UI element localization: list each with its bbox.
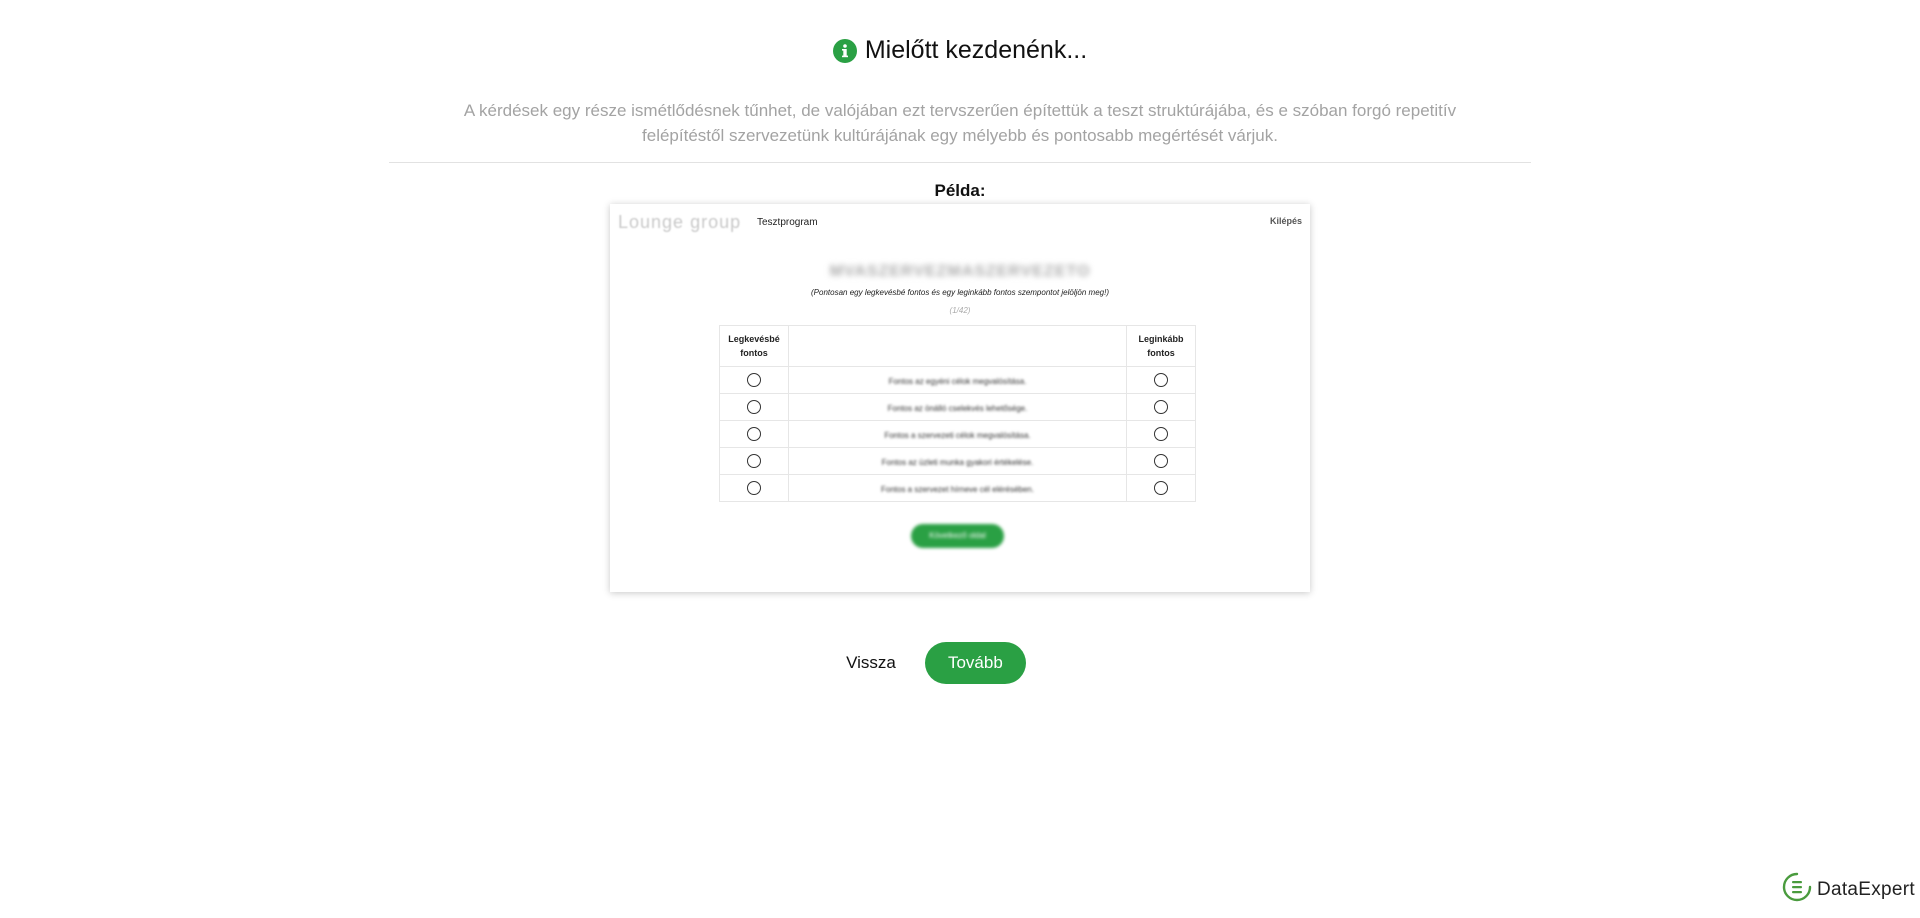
dataexpert-logo-icon	[1781, 871, 1813, 908]
column-header-most: Leginkább fontos	[1126, 325, 1196, 367]
brand-name: DataExpert	[1816, 878, 1915, 900]
column-header-statement	[788, 325, 1127, 367]
statement-text: Fontos a szervezeti célok megvalósítása.	[884, 431, 1031, 440]
preview-logo: Lounge group	[618, 212, 742, 232]
preview-instruction: (Pontosan egy legkevésbé fontos és egy l…	[811, 288, 1109, 297]
statement-text: Fontos az önálló cselekvés lehetősége.	[887, 404, 1028, 413]
radio-least	[747, 426, 761, 441]
radio-least	[747, 453, 761, 468]
table-row: Fontos az üzleti munka gyakori értékelés…	[719, 447, 1196, 475]
column-header-least: Legkevésbé fontos	[719, 325, 789, 367]
navigation-bar: Vissza Tovább	[0, 642, 1920, 684]
preview-next-button: Következő oldal	[911, 524, 1004, 548]
preview-heading: MVASZERVEZMASZERVEZETO	[829, 263, 1091, 280]
preview-counter: (1/42)	[949, 306, 971, 315]
intro-description: A kérdések egy része ismétlődésnek tűnhe…	[463, 101, 1457, 145]
divider	[389, 162, 1531, 163]
radio-most	[1154, 453, 1168, 468]
preview-program-label: Tesztprogram	[757, 217, 818, 228]
table-row: Fontos az önálló cselekvés lehetősége.	[719, 393, 1196, 421]
radio-most	[1154, 372, 1168, 387]
example-label: Példa:	[934, 181, 986, 200]
table-row: Fontos a szervezeti célok megvalósítása.	[719, 420, 1196, 448]
radio-least	[747, 372, 761, 387]
page-title: Mielőtt kezdenénk...	[864, 36, 1088, 64]
preview-exit-link: Kilépés	[1269, 216, 1302, 226]
info-icon	[832, 38, 857, 63]
radio-least	[747, 480, 761, 495]
radio-most	[1154, 399, 1168, 414]
table-row: Fontos az egyéni célok megvalósítása.	[719, 366, 1196, 394]
statement-text: Fontos az üzleti munka gyakori értékelés…	[881, 458, 1034, 467]
back-button[interactable]: Vissza	[846, 643, 896, 683]
radio-most	[1154, 426, 1168, 441]
dataexpert-brand: DataExpert	[1781, 871, 1915, 908]
table-row: Fontos a szervezet hírneve cél elérésébe…	[719, 474, 1196, 502]
radio-most	[1154, 480, 1168, 495]
example-preview-image: Lounge group Tesztprogram Kilépés MVASZE…	[610, 204, 1310, 592]
statement-text: Fontos a szervezet hírneve cél elérésébe…	[881, 485, 1034, 494]
page-header: Mielőtt kezdenénk...	[0, 36, 1920, 65]
next-button[interactable]: Tovább	[924, 642, 1026, 684]
statement-text: Fontos az egyéni célok megvalósítása.	[888, 377, 1027, 386]
radio-least	[747, 399, 761, 414]
preview-question-table: Legkevésbé fontos Leginkább fontos Fonto…	[719, 325, 1196, 502]
